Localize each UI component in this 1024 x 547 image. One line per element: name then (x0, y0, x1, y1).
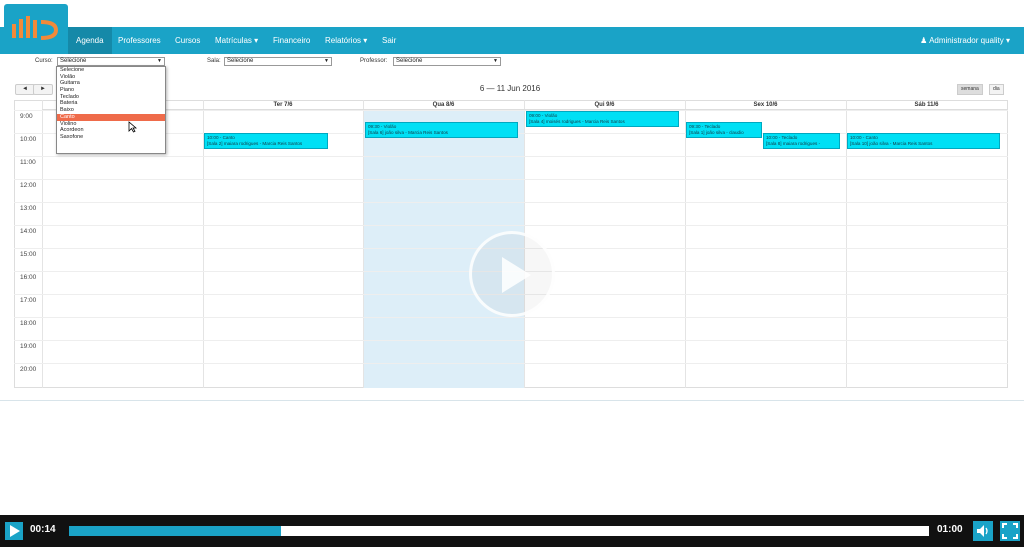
nav-relatorios[interactable]: Relatórios ▾ (317, 27, 375, 54)
grid-row-line (14, 156, 1008, 157)
fullscreen-icon (1002, 523, 1018, 539)
video-play-overlay[interactable] (469, 231, 555, 317)
mouse-cursor-icon (128, 121, 137, 133)
time-label: 10:00 (20, 136, 37, 143)
calendar-event[interactable]: 09:00 - Violão [Sala 4] moisés rodrigues… (526, 111, 679, 127)
time-label: 19:00 (20, 343, 37, 350)
day-header[interactable]: Qui 9/6 (524, 100, 685, 110)
day-header[interactable]: Sex 10/6 (685, 100, 846, 110)
day-header[interactable]: Qua 8/6 (363, 100, 524, 110)
grid-column-line (42, 100, 43, 388)
logo-icon (12, 16, 59, 40)
event-desc: [Sala 1] joão silva - claudio (689, 129, 744, 135)
play-icon (502, 257, 531, 293)
grid-row-line (14, 317, 1008, 318)
video-seek-bar[interactable] (69, 526, 929, 536)
time-label: 18:00 (20, 320, 37, 327)
view-week-button[interactable]: semana (957, 84, 983, 95)
time-label: 9:00 (20, 113, 33, 120)
curso-label: Curso: (35, 58, 53, 64)
grid-column-line (685, 100, 686, 388)
app-logo[interactable] (4, 4, 68, 54)
dropdown-option[interactable]: Baixo (57, 107, 165, 114)
volume-icon (977, 525, 988, 537)
video-duration: 01:00 (937, 524, 963, 535)
nav-cursos[interactable]: Cursos (167, 27, 208, 54)
event-desc: [Sala 4] moisés rodrigues - Marcia Reis … (529, 118, 625, 124)
grid-row-line (14, 363, 1008, 364)
calendar-event[interactable]: 10:00 - Canto [Sala 10] joão silva - Mar… (847, 133, 1000, 149)
next-week-button[interactable]: ► (33, 84, 53, 95)
nav-agenda[interactable]: Agenda (68, 27, 112, 54)
fullscreen-button[interactable] (1000, 521, 1020, 541)
dropdown-option[interactable]: Violino (57, 121, 165, 128)
calendar-event[interactable]: 10:00 - Canto [Sala 2] maiara rodrigues … (204, 133, 328, 149)
sala-select[interactable]: Selecione ▼ (224, 57, 332, 66)
event-desc: [Sala 8] maiara rodrigues - (766, 140, 821, 146)
dropdown-option[interactable]: Selecione (57, 67, 165, 74)
calendar-title: 6 — 11 Jun 2016 (479, 84, 541, 93)
day-header[interactable]: Ter 7/6 (203, 100, 363, 110)
professor-label: Professor: (360, 58, 388, 64)
day-header[interactable]: Sáb 11/6 (846, 100, 1007, 110)
curso-select-value: Selecione (60, 58, 87, 64)
event-desc: [Sala 10] joão silva - Marcia Reis Santo… (850, 140, 933, 146)
dropdown-option[interactable]: Teclado (57, 94, 165, 101)
dropdown-option[interactable]: Saxofone (57, 134, 165, 141)
nav-professores[interactable]: Professores (110, 27, 169, 54)
professor-select-value: Selecione (396, 58, 423, 64)
sala-label: Sala: (207, 58, 221, 64)
time-label: 15:00 (20, 251, 37, 258)
grid-row-line (14, 179, 1008, 180)
event-desc: [Sala 2] maiara rodrigues - Marcia Reis … (207, 140, 303, 146)
chevron-down-icon: ▼ (157, 58, 162, 64)
video-current-time: 00:14 (30, 524, 56, 535)
chevron-down-icon: ▼ (324, 58, 329, 64)
sala-select-value: Selecione (227, 58, 254, 64)
event-desc: [Sala 6] joão silva - Marcia Reis Santos (368, 129, 448, 135)
calendar-event[interactable]: 10:00 - Teclado [Sala 8] maiara rodrigue… (763, 133, 840, 149)
nav-financeiro[interactable]: Financeiro (265, 27, 318, 54)
calendar-event[interactable]: 09:30 - Violão [Sala 6] joão silva - Mar… (365, 122, 518, 138)
content-divider (0, 400, 1024, 401)
grid-row-line (14, 225, 1008, 226)
dropdown-option[interactable]: Guitarra (57, 80, 165, 87)
video-progress (69, 526, 281, 536)
professor-select[interactable]: Selecione ▼ (393, 57, 501, 66)
nav-sair[interactable]: Sair (374, 27, 404, 54)
chevron-down-icon: ▼ (493, 58, 498, 64)
time-label: 20:00 (20, 366, 37, 373)
dropdown-option-highlighted[interactable]: Canto (57, 113, 165, 121)
time-label: 12:00 (20, 182, 37, 189)
app-screen: Agenda Professores Cursos Matrículas ▾ F… (0, 0, 1024, 547)
curso-select[interactable]: Selecione ▼ (57, 57, 165, 66)
user-name: Administrador quality ▾ (929, 36, 1010, 45)
dropdown-option[interactable]: Acordeon (57, 127, 165, 134)
curso-dropdown-list: Selecione Violão Guitarra Piano Teclado … (56, 66, 166, 154)
play-icon (10, 525, 20, 537)
nav-matriculas[interactable]: Matrículas ▾ (207, 27, 266, 54)
time-label: 11:00 (20, 159, 36, 166)
dropdown-option[interactable]: Piano (57, 87, 165, 94)
view-day-button[interactable]: dia (989, 84, 1004, 95)
grid-row-line (14, 340, 1008, 341)
time-label: 14:00 (20, 228, 37, 235)
grid-column-line (363, 100, 364, 388)
dropdown-option[interactable]: Violão (57, 74, 165, 81)
user-icon: ♟ (920, 36, 930, 45)
calendar-event[interactable]: 09:30 - Teclado [Sala 1] joão silva - cl… (686, 122, 762, 138)
time-label: 16:00 (20, 274, 37, 281)
volume-button[interactable] (973, 521, 993, 541)
time-label: 13:00 (20, 205, 37, 212)
prev-week-button[interactable]: ◄ (15, 84, 35, 95)
grid-row-line (14, 202, 1008, 203)
dropdown-option[interactable]: Bateria (57, 100, 165, 107)
time-label: 17:00 (20, 297, 37, 304)
video-play-button[interactable] (5, 522, 23, 540)
user-menu[interactable]: ♟ Administrador quality ▾ (920, 27, 1010, 54)
